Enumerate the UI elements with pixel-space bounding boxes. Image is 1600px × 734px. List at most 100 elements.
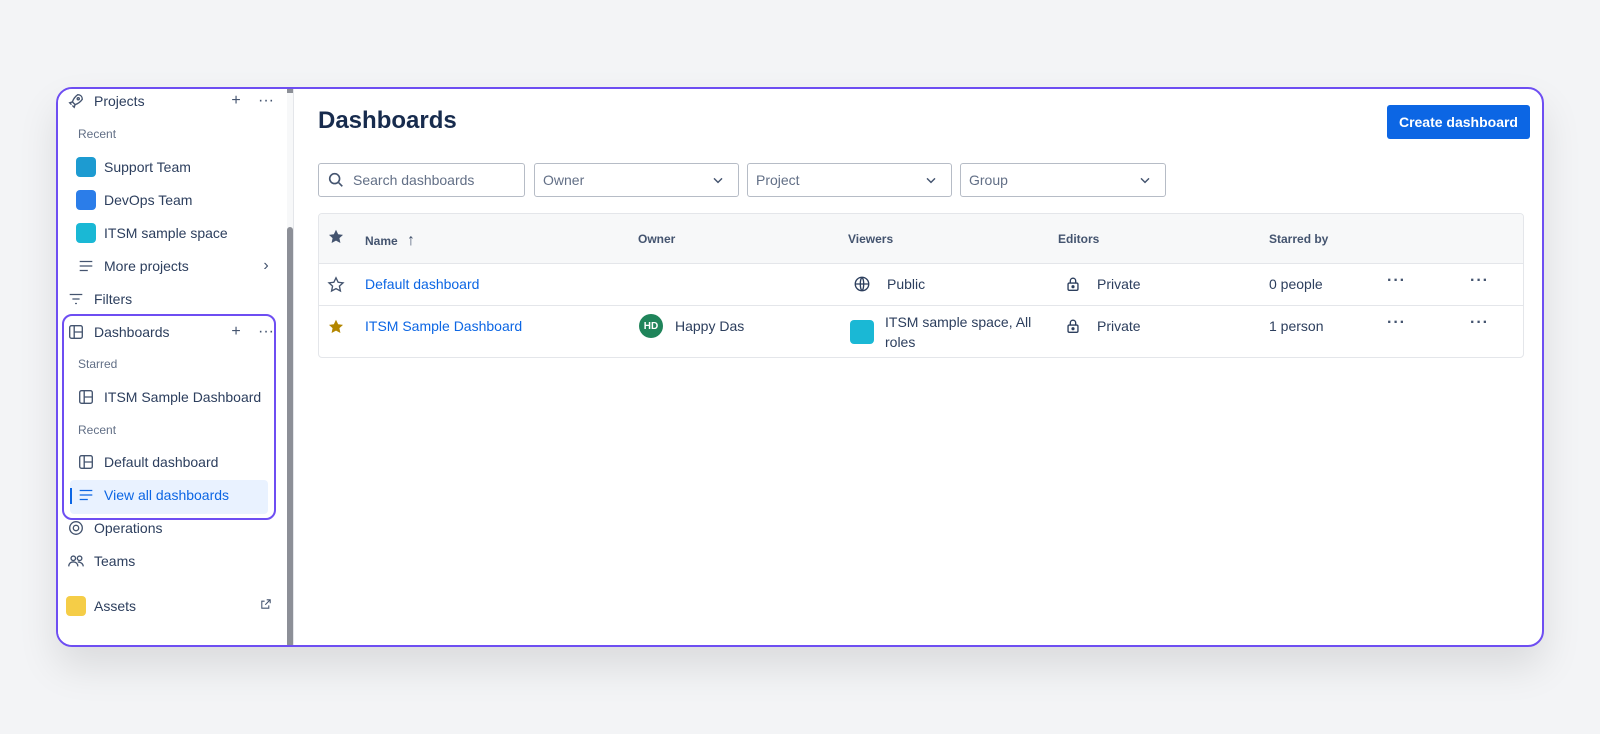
search-placeholder: Search dashboards <box>353 172 475 188</box>
sidebar-item-dashboards[interactable]: Dashboards + ··· <box>66 317 276 347</box>
column-viewers: Viewers <box>848 232 894 246</box>
star-header-icon <box>327 228 345 251</box>
support-team-avatar <box>76 157 96 177</box>
dashboard-icon <box>76 452 96 472</box>
dashboard-name-link[interactable]: Default dashboard <box>365 276 479 292</box>
recent-projects-label: Recent <box>78 127 117 141</box>
sidebar-item-itsm-sample-space[interactable]: ITSM sample space <box>76 218 276 248</box>
app-window: Projects + ··· Recent Support Team DevOp… <box>56 87 1544 647</box>
sort-ascending-icon: ↑ <box>407 232 416 249</box>
owner-cell[interactable]: HD Happy Das <box>639 314 744 338</box>
starred-by-value: 1 person <box>1269 318 1324 334</box>
search-input[interactable]: Search dashboards <box>318 163 525 197</box>
sidebar-item-operations[interactable]: Operations <box>66 513 276 543</box>
column-name[interactable]: Name ↑ <box>365 232 415 250</box>
table-header: Name ↑ Owner Viewers Editors Starred by <box>319 214 1523 264</box>
globe-icon <box>853 275 871 293</box>
table-row: ITSM Sample Dashboard HD Happy Das ITSM … <box>319 306 1523 357</box>
owner-name: Happy Das <box>675 318 745 334</box>
column-starred-by: Starred by <box>1269 232 1329 246</box>
sidebar-item-label: Dashboards <box>94 324 170 340</box>
projects-more-button[interactable]: ··· <box>256 92 276 110</box>
filter-icon <box>66 289 86 309</box>
sidebar-item-label: Teams <box>94 553 136 569</box>
rocket-icon <box>66 91 86 111</box>
project-filter[interactable]: Project <box>747 163 952 197</box>
sidebar-item-support-team[interactable]: Support Team <box>76 152 276 182</box>
dashboard-icon <box>66 322 86 342</box>
viewers-value: ITSM sample space, All roles <box>885 314 1032 350</box>
assets-icon <box>66 596 86 616</box>
starred-by-value: 0 people <box>1269 276 1323 292</box>
dashboards-more-button[interactable]: ··· <box>256 323 276 341</box>
devops-team-avatar <box>76 190 96 210</box>
list-icon <box>76 485 96 505</box>
itsm-space-avatar <box>76 223 96 243</box>
sidebar-item-label: Operations <box>94 520 163 536</box>
row-actions-button[interactable]: ··· <box>1470 314 1489 332</box>
editors-value: Private <box>1097 318 1141 334</box>
sidebar-item-label: View all dashboards <box>104 487 230 503</box>
column-label: Name <box>365 234 398 248</box>
sidebar-item-label: Filters <box>94 291 133 307</box>
operations-icon <box>66 518 86 538</box>
sidebar-item-label: Default dashboard <box>104 454 219 470</box>
sidebar-scroll-top <box>287 89 293 93</box>
filter-label: Project <box>756 172 800 188</box>
sidebar-item-label: ITSM Sample Dashboard <box>104 389 262 405</box>
list-icon <box>76 256 96 276</box>
chevron-down-icon <box>1137 172 1153 191</box>
filter-label: Owner <box>543 172 585 188</box>
create-dashboard-button[interactable]: Create dashboard <box>1386 105 1530 139</box>
star-outline-icon[interactable] <box>327 276 345 294</box>
chevron-down-icon <box>923 172 939 191</box>
filter-label: Group <box>969 172 1008 188</box>
sidebar-item-default-dashboard[interactable]: Default dashboard <box>76 447 276 477</box>
teams-icon <box>66 551 86 571</box>
sidebar-item-filters[interactable]: Filters <box>66 284 276 314</box>
dashboard-icon <box>76 387 96 407</box>
selected-item-indicator <box>70 488 72 504</box>
page-title: Dashboards <box>318 107 457 134</box>
recent-dashboards-label: Recent <box>78 423 117 437</box>
editors-value: Private <box>1097 276 1141 292</box>
sidebar-item-itsm-sample-dashboard[interactable]: ITSM Sample Dashboard <box>76 382 276 412</box>
chevron-down-icon <box>710 172 726 191</box>
external-link-icon[interactable] <box>256 597 276 616</box>
itsm-space-avatar <box>850 320 874 344</box>
sidebar-item-label: Assets <box>94 598 137 614</box>
starred-by-more-button[interactable]: ··· <box>1387 314 1406 332</box>
main-content: Dashboards Create dashboard Search dashb… <box>294 89 1542 645</box>
sidebar-item-label: Support Team <box>104 159 191 175</box>
sidebar-item-projects[interactable]: Projects + ··· <box>66 89 276 116</box>
sidebar-item-more-projects[interactable]: More projects › <box>76 251 276 281</box>
star-filled-icon[interactable] <box>327 318 345 336</box>
sidebar-item-assets[interactable]: Assets <box>66 591 276 621</box>
sidebar-item-view-all-dashboards[interactable]: View all dashboards <box>76 480 276 510</box>
sidebar-item-label: ITSM sample space <box>104 225 228 241</box>
owner-filter[interactable]: Owner <box>534 163 739 197</box>
dashboard-name-link[interactable]: ITSM Sample Dashboard <box>365 318 522 334</box>
add-dashboard-button[interactable]: + <box>226 323 246 341</box>
row-actions-button[interactable]: ··· <box>1470 272 1489 290</box>
table-row: Default dashboard Public Private 0 peopl… <box>319 264 1523 306</box>
owner-avatar: HD <box>639 314 663 338</box>
column-owner: Owner <box>638 232 676 246</box>
group-filter[interactable]: Group <box>960 163 1166 197</box>
viewers-value: Public <box>887 276 926 292</box>
lock-icon <box>1064 317 1082 335</box>
sidebar-item-teams[interactable]: Teams <box>66 546 276 576</box>
starred-by-more-button[interactable]: ··· <box>1387 272 1406 290</box>
sidebar-scrollbar[interactable] <box>287 227 293 645</box>
dashboards-table: Name ↑ Owner Viewers Editors Starred by … <box>318 213 1524 358</box>
sidebar-item-devops-team[interactable]: DevOps Team <box>76 185 276 215</box>
lock-icon <box>1064 275 1082 293</box>
add-project-button[interactable]: + <box>226 92 246 110</box>
search-icon <box>327 171 345 189</box>
starred-label: Starred <box>78 357 118 371</box>
sidebar-item-label: More projects <box>104 258 189 274</box>
sidebar-item-label: Projects <box>94 93 145 109</box>
sidebar: Projects + ··· Recent Support Team DevOp… <box>58 89 294 645</box>
chevron-right-icon: › <box>263 257 269 274</box>
sidebar-item-label: DevOps Team <box>104 192 193 208</box>
